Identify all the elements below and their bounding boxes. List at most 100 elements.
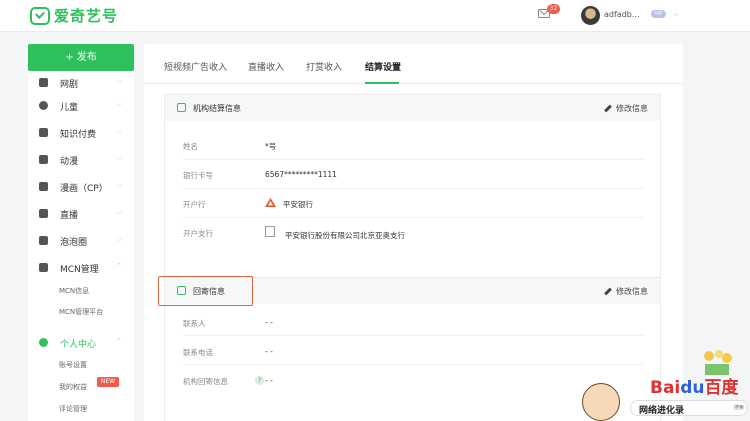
sidebar-subitem-mcn-info[interactable]: MCN信息 bbox=[59, 286, 89, 296]
sidebar-item-label: 动漫 bbox=[60, 157, 79, 167]
bubble-icon bbox=[39, 236, 48, 245]
id-card-icon bbox=[177, 103, 186, 112]
bank-branch-value: 平安银行股份有限公司北京亚奥支行 bbox=[285, 231, 405, 240]
divider bbox=[183, 217, 643, 218]
sidebar-item-label: 直播 bbox=[60, 211, 79, 221]
mascot-face-icon bbox=[582, 383, 620, 421]
logo[interactable]: 爱奇艺号 bbox=[30, 5, 118, 26]
divider bbox=[183, 159, 643, 160]
sidebar-subitem-mcn-platform[interactable]: MCN管理平台 bbox=[59, 307, 103, 317]
divider bbox=[183, 188, 643, 189]
sidebar: + 发布 网剧 ⌵ 儿童 ⌵ 知识付费 ⌵ 动漫 ⌵ 漫画（CP） ⌵ 直播 ⌵… bbox=[28, 44, 134, 421]
tab-live-income[interactable]: 直播收入 bbox=[248, 60, 284, 73]
chevron-up-icon: ⌃ bbox=[116, 337, 122, 345]
chevron-down-icon: ⌵ bbox=[116, 154, 122, 162]
chevron-down-icon: ⌵ bbox=[116, 100, 122, 108]
sidebar-item-label: 网剧 bbox=[60, 80, 79, 90]
mail-info-highlight-box bbox=[158, 276, 253, 306]
chevron-up-icon: ⌃ bbox=[116, 262, 122, 270]
baidu-logo-du: du bbox=[680, 378, 705, 398]
chevron-down-icon: ⌵ bbox=[116, 235, 122, 243]
baidu-logo: Baidu百度 bbox=[650, 373, 739, 398]
publish-button[interactable]: + 发布 bbox=[28, 44, 134, 71]
vip-badge: VIP bbox=[651, 10, 666, 18]
new-badge: NEW bbox=[97, 377, 119, 387]
baidu-search-button[interactable]: 搜索 bbox=[734, 404, 744, 411]
sidebar-item-bubble[interactable]: 泡泡圈 ⌵ bbox=[28, 231, 134, 251]
baidu-logo-cn: 百度 bbox=[704, 378, 739, 398]
panel-title: 机构结算信息 bbox=[193, 104, 241, 113]
bank-value: 平安银行 bbox=[283, 200, 313, 209]
sidebar-item-label: 泡泡圈 bbox=[60, 238, 88, 248]
top-bar: 爱奇艺号 32 adfadb... VIP ⌵ bbox=[0, 0, 750, 32]
org-mail-label: 机构回寄信息 bbox=[183, 377, 228, 386]
pencil-icon bbox=[604, 287, 612, 296]
sidebar-item-label: 个人中心 bbox=[60, 340, 97, 350]
sidebar-subitem-comment-management[interactable]: 评论管理 bbox=[59, 404, 87, 414]
avatar[interactable] bbox=[581, 6, 600, 25]
child-icon bbox=[39, 101, 48, 110]
tab-bar: 短视频广告收入 直播收入 打赏收入 结算设置 bbox=[144, 44, 683, 84]
bank-logo-icon bbox=[265, 198, 276, 207]
chevron-down-icon[interactable]: ⌵ bbox=[673, 10, 678, 19]
chevron-down-icon: ⌵ bbox=[116, 77, 122, 85]
phone-label: 联系电话 bbox=[183, 348, 213, 357]
org-mail-value: - - bbox=[265, 376, 273, 385]
sidebar-item-label: 漫画（CP） bbox=[60, 184, 108, 194]
sidebar-item-anime[interactable]: 动漫 ⌵ bbox=[28, 150, 134, 170]
chevron-down-icon: ⌵ bbox=[116, 127, 122, 135]
question-icon[interactable]: ? bbox=[255, 376, 264, 385]
chevron-down-icon: ⌵ bbox=[116, 181, 122, 189]
sidebar-subitem-my-rights[interactable]: 我的权益 bbox=[59, 382, 87, 392]
video-icon bbox=[39, 78, 48, 87]
username[interactable]: adfadb... bbox=[604, 10, 639, 19]
comic-icon bbox=[39, 182, 48, 191]
chevron-down-icon: ⌵ bbox=[116, 208, 122, 216]
contact-value: - - bbox=[265, 318, 273, 327]
sidebar-item-label: 儿童 bbox=[60, 103, 79, 113]
divider bbox=[183, 364, 643, 365]
edit-info-label: 修改信息 bbox=[616, 104, 648, 113]
active-tab-indicator bbox=[365, 82, 399, 84]
sidebar-item-children[interactable]: 儿童 ⌵ bbox=[28, 96, 134, 116]
panel-header: 机构结算信息 修改信息 bbox=[165, 95, 660, 121]
bank-card-value: 6567*********1111 bbox=[265, 170, 337, 179]
mcn-icon bbox=[39, 263, 48, 272]
pencil-icon bbox=[604, 104, 612, 113]
baidu-watermark: Baidu百度 网络进化录 搜索 bbox=[580, 348, 750, 421]
contact-label: 联系人 bbox=[183, 319, 206, 328]
sidebar-subitem-account-settings[interactable]: 账号设置 bbox=[59, 360, 87, 370]
baidu-search-box[interactable]: 网络进化录 搜索 bbox=[630, 400, 748, 416]
sidebar-item-label: MCN管理 bbox=[60, 265, 99, 275]
bank-card-label: 银行卡号 bbox=[183, 171, 213, 180]
name-value: *号 bbox=[265, 142, 277, 151]
flower-decoration-icon bbox=[704, 350, 732, 375]
live-tv-icon bbox=[39, 209, 48, 218]
sidebar-item-knowledge[interactable]: 知识付费 ⌵ bbox=[28, 123, 134, 143]
tab-short-video-ad-income[interactable]: 短视频广告收入 bbox=[164, 60, 227, 73]
mail-count-badge: 32 bbox=[547, 4, 560, 14]
settlement-info-panel: 机构结算信息 修改信息 姓名 *号 银行卡号 6567*********1111… bbox=[164, 94, 661, 302]
edit-info-label: 修改信息 bbox=[616, 287, 648, 296]
sidebar-item-comic[interactable]: 漫画（CP） ⌵ bbox=[28, 177, 134, 197]
graduation-cap-icon bbox=[39, 128, 48, 137]
tab-settlement-settings[interactable]: 结算设置 bbox=[365, 60, 401, 73]
bank-label: 开户行 bbox=[183, 200, 206, 209]
sidebar-item-live[interactable]: 直播 ⌵ bbox=[28, 204, 134, 224]
edit-info-button[interactable]: 修改信息 bbox=[604, 103, 648, 114]
logo-text: 爱奇艺号 bbox=[54, 7, 119, 25]
phone-value: - - bbox=[265, 347, 273, 356]
name-label: 姓名 bbox=[183, 142, 198, 151]
baidu-search-text: 网络进化录 bbox=[639, 406, 685, 416]
sidebar-item-mcn[interactable]: MCN管理 ⌃ bbox=[28, 258, 134, 278]
cat-icon bbox=[39, 155, 48, 164]
user-icon bbox=[39, 338, 48, 347]
sidebar-item-web-drama[interactable]: 网剧 ⌵ bbox=[28, 73, 134, 93]
sidebar-item-personal-center[interactable]: 个人中心 ⌃ bbox=[28, 333, 134, 353]
bank-branch-label: 开户支行 bbox=[183, 229, 213, 238]
sidebar-item-label: 知识付费 bbox=[60, 130, 97, 140]
tab-tip-income[interactable]: 打赏收入 bbox=[306, 60, 342, 73]
divider bbox=[183, 335, 643, 336]
building-icon bbox=[265, 226, 275, 237]
edit-info-button[interactable]: 修改信息 bbox=[604, 286, 648, 297]
